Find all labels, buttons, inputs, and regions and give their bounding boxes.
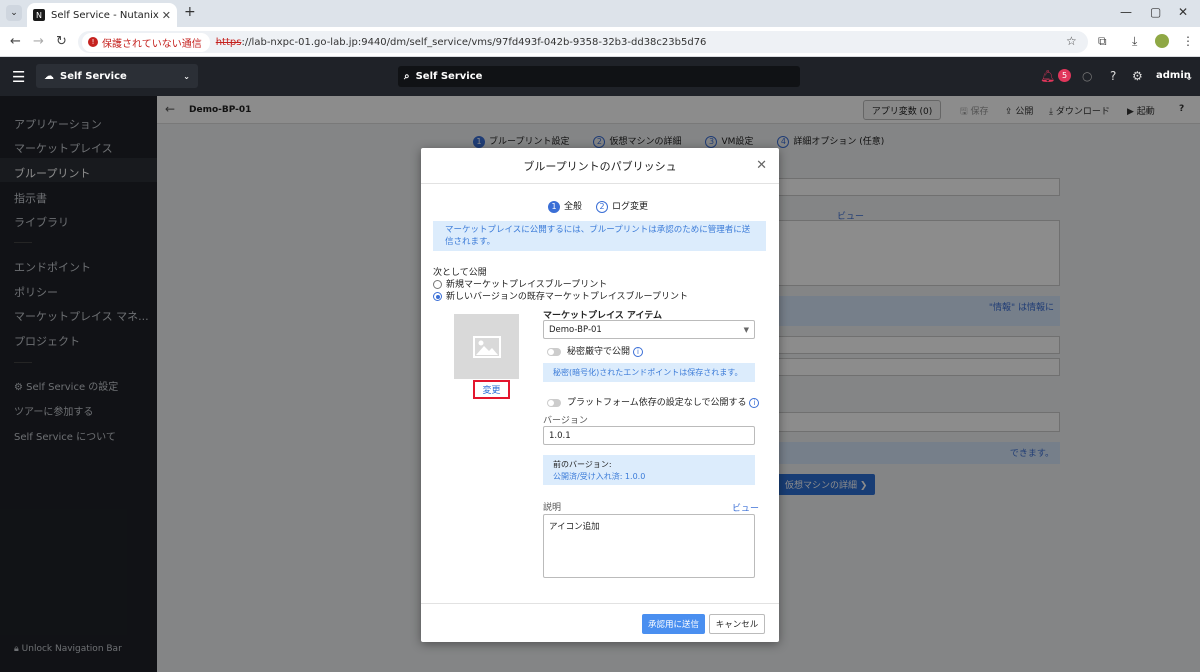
radio-button: [433, 292, 442, 301]
publish-blueprint-modal: ブループリントのパブリッシュ ✕ 1 全般 2 ログ変更 マーケットプレイスに公開す…: [421, 148, 779, 642]
new-tab-icon[interactable]: +: [184, 4, 196, 20]
nutanix-favicon-icon: N: [33, 9, 45, 21]
cloud-icon: ☁: [44, 70, 54, 82]
profile-avatar[interactable]: [1155, 34, 1169, 48]
app-selector[interactable]: ☁ Self Service ⌄: [36, 64, 198, 88]
modal-steps: 1 全般 2 ログ変更: [548, 199, 648, 213]
browser-tab[interactable]: N Self Service - Nutanix ✕: [27, 3, 177, 27]
secret-toggle[interactable]: 秘密厳守で公開 i: [547, 344, 644, 357]
modal-title: ブループリントのパブリッシュ: [523, 159, 677, 173]
url-field[interactable]: ! 保護されていない通信 https ://lab-nxpc-01.go-lab…: [78, 31, 1088, 53]
cancel-button[interactable]: キャンセル: [709, 614, 765, 634]
modal-footer: 承認用に送信 キャンセル: [421, 603, 779, 642]
extensions-icon[interactable]: ⧉: [1098, 34, 1107, 49]
browser-tabbar: ⌄ N Self Service - Nutanix ✕ + — ▢ ✕: [0, 0, 1200, 27]
previous-version-label: 前のバージョン:: [553, 460, 612, 469]
info-icon[interactable]: i: [749, 397, 760, 408]
status-circle-icon[interactable]: ○: [1082, 69, 1092, 83]
user-menu-chevron-icon[interactable]: ⌄: [1184, 69, 1194, 83]
secret-note: 秘密(暗号化)されたエンドポイントは保存されます。: [543, 363, 755, 382]
tab-search-icon[interactable]: ⌄: [6, 5, 22, 21]
toggle-switch: [547, 347, 561, 356]
alert-count-badge[interactable]: 5: [1058, 69, 1071, 82]
platform-toggle[interactable]: プラットフォーム依存の設定なしで公開する i: [547, 395, 760, 408]
step-number: 1: [548, 200, 560, 213]
address-bar: ← → ↻ ! 保護されていない通信 https ://lab-nxpc-01.…: [0, 27, 1200, 57]
radio-existing-blueprint[interactable]: 新しいバージョンの既存マーケットプレイスブループリント: [433, 289, 688, 302]
back-arrow-icon[interactable]: ←: [10, 34, 21, 49]
blueprint-icon-placeholder: [454, 314, 519, 379]
window-close-icon[interactable]: ✕: [1178, 5, 1188, 19]
tab-title: Self Service - Nutanix: [51, 9, 159, 21]
close-icon[interactable]: ✕: [756, 158, 767, 173]
modal-step-general[interactable]: 1 全般: [548, 199, 582, 213]
hamburger-menu-icon[interactable]: ☰: [12, 68, 25, 86]
search-input[interactable]: ⌕ Self Service: [398, 66, 800, 87]
select-value: Demo-BP-01: [549, 324, 602, 335]
version-field[interactable]: 1.0.1: [543, 426, 755, 445]
search-text: Self Service: [415, 71, 483, 82]
minimize-icon[interactable]: —: [1120, 5, 1132, 19]
reload-icon[interactable]: ↻: [56, 34, 67, 49]
help-icon[interactable]: ?: [1110, 69, 1116, 83]
description-label: 説明: [543, 503, 562, 513]
description-view-link[interactable]: ビュー: [732, 501, 759, 514]
warning-icon: !: [88, 37, 98, 47]
url-scheme: https: [215, 36, 242, 48]
url-text: ://lab-nxpc-01.go-lab.jp:9440/dm/self_se…: [241, 36, 707, 48]
step-number: 2: [596, 200, 609, 213]
chevron-down-icon: ⌄: [183, 71, 190, 81]
radio-button: [433, 280, 442, 289]
radio-label: 新しいバージョンの既存マーケットプレイスブループリント: [446, 292, 689, 302]
caret-down-icon: ▼: [743, 325, 749, 334]
description-textarea[interactable]: アイコン追加: [543, 514, 755, 578]
previous-version-box: 前のバージョン: 公開済/受け入れ済: 1.0.0: [543, 455, 755, 485]
search-icon: ⌕: [404, 71, 410, 82]
marketplace-item-select[interactable]: Demo-BP-01 ▼: [543, 320, 755, 339]
tab-close-icon[interactable]: ✕: [162, 9, 171, 22]
app-name: Self Service: [60, 70, 127, 82]
bell-icon[interactable]: 🔔︎: [1040, 69, 1055, 83]
submit-for-approval-button[interactable]: 承認用に送信: [642, 614, 705, 634]
download-icon[interactable]: ⤓: [1132, 34, 1137, 49]
app-header: ☰ ☁ Self Service ⌄ ⌕ Self Service 🔔︎ 5 ○…: [0, 57, 1200, 96]
toggle-switch: [547, 398, 561, 407]
image-icon: [472, 335, 501, 358]
modal-step-changelog[interactable]: 2 ログ変更: [596, 199, 648, 213]
settings-gear-icon[interactable]: ⚙: [1132, 69, 1143, 83]
version-label: バージョン: [543, 416, 588, 426]
security-label: 保護されていない通信: [102, 38, 202, 50]
modal-header: ブループリントのパブリッシュ ✕: [421, 148, 779, 184]
maximize-icon[interactable]: ▢: [1150, 5, 1161, 19]
step-label: ログ変更: [612, 202, 649, 212]
step-label: 全般: [564, 202, 583, 212]
info-icon[interactable]: i: [633, 346, 644, 357]
toggle-label: 秘密厳守で公開: [567, 347, 631, 357]
bookmark-star-icon[interactable]: ☆: [1066, 34, 1077, 48]
approval-info-banner: マーケットプレイスに公開するには、ブループリントは承認のために管理者に送信されま…: [433, 221, 766, 251]
security-chip[interactable]: ! 保護されていない通信: [82, 32, 210, 52]
previous-version-value: 公開済/受け入れ済: 1.0.0: [553, 472, 646, 481]
browser-menu-icon[interactable]: ⋮: [1182, 34, 1194, 48]
forward-arrow-icon[interactable]: →: [33, 34, 44, 49]
change-icon-link[interactable]: 変更: [473, 380, 510, 399]
toggle-label: プラットフォーム依存の設定なしで公開する: [567, 398, 747, 408]
